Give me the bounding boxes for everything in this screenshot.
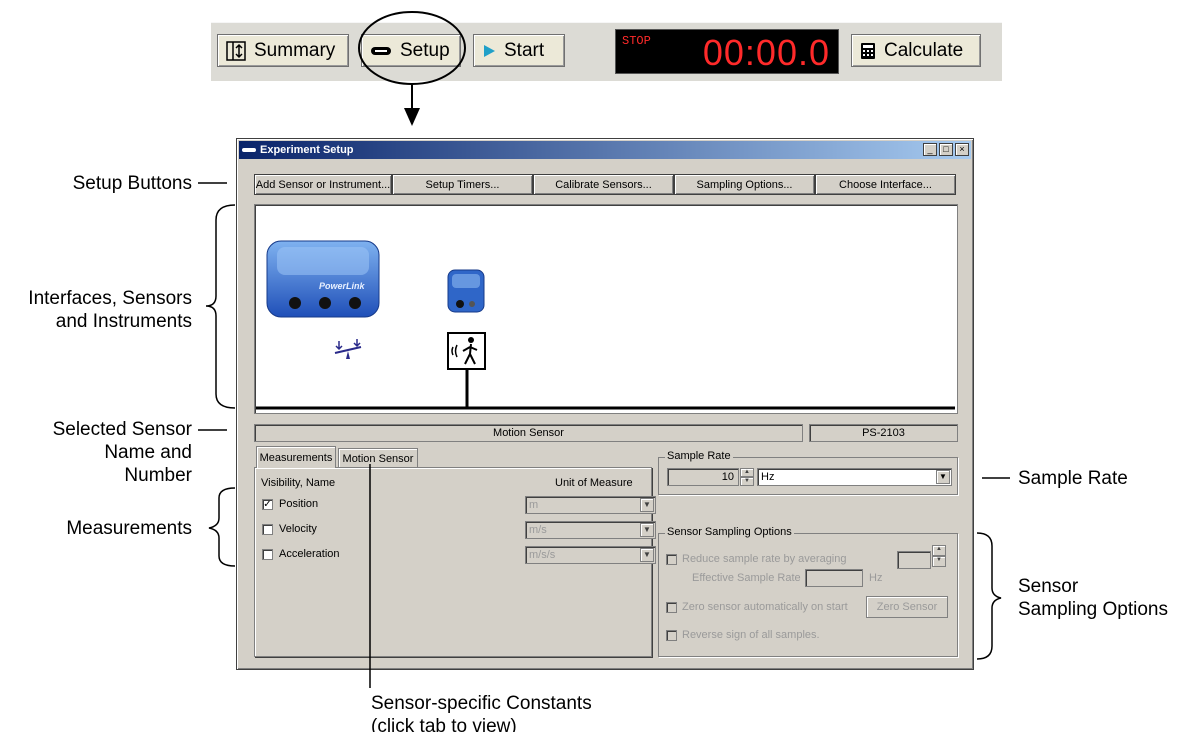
setup-arrowhead: [404, 108, 420, 126]
tab-measurements[interactable]: Measurements: [256, 446, 336, 468]
annotation-overlay: [198, 11, 1010, 688]
measurements-bracket: [208, 487, 236, 567]
setup-highlight-circle: [358, 11, 466, 85]
interfaces-bracket: [205, 204, 236, 409]
sampling-options-bracket: [976, 532, 1002, 660]
